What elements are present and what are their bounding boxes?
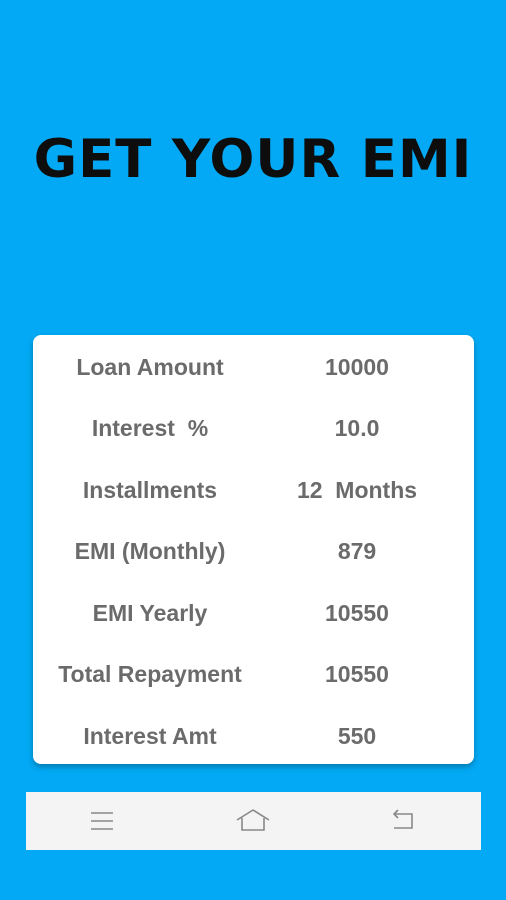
result-row-emi-monthly: EMI (Monthly) 879 bbox=[33, 533, 474, 569]
result-row-emi-yearly: EMI Yearly 10550 bbox=[33, 595, 474, 631]
result-row-total-repayment: Total Repayment 10550 bbox=[33, 656, 474, 692]
home-button[interactable] bbox=[223, 792, 283, 850]
emi-monthly-label: EMI (Monthly) bbox=[74, 538, 226, 564]
interest-amt-label: Interest Amt bbox=[83, 723, 217, 749]
installments-value: 12 Months bbox=[296, 477, 418, 503]
system-navigation-bar bbox=[26, 792, 481, 850]
result-row-loan-amount: Loan Amount 10000 bbox=[33, 349, 474, 385]
interest-value: 10.0 bbox=[334, 415, 380, 441]
home-icon bbox=[236, 809, 270, 831]
total-repayment-label: Total Repayment bbox=[58, 661, 242, 687]
back-button[interactable] bbox=[374, 792, 434, 850]
page-title: GET YOUR EMI bbox=[33, 129, 473, 190]
total-repayment-value: 10550 bbox=[325, 661, 389, 687]
emi-monthly-value: 879 bbox=[337, 538, 377, 564]
menu-button[interactable] bbox=[72, 792, 132, 850]
result-row-interest: Interest % 10.0 bbox=[33, 410, 474, 446]
interest-label: Interest % bbox=[91, 415, 209, 441]
result-row-interest-amt: Interest Amt 550 bbox=[33, 718, 474, 754]
interest-amt-value: 550 bbox=[337, 723, 377, 749]
emi-yearly-value: 10550 bbox=[325, 600, 389, 626]
menu-icon bbox=[91, 812, 113, 830]
loan-amount-value: 10000 bbox=[325, 354, 389, 380]
back-icon bbox=[392, 809, 413, 829]
result-row-installments: Installments 12 Months bbox=[33, 472, 474, 508]
loan-amount-label: Loan Amount bbox=[76, 354, 224, 380]
installments-label: Installments bbox=[82, 477, 218, 503]
emi-yearly-label: EMI Yearly bbox=[92, 600, 208, 626]
emi-result-card: Loan Amount 10000 Interest % 10.0 Instal… bbox=[33, 335, 474, 764]
